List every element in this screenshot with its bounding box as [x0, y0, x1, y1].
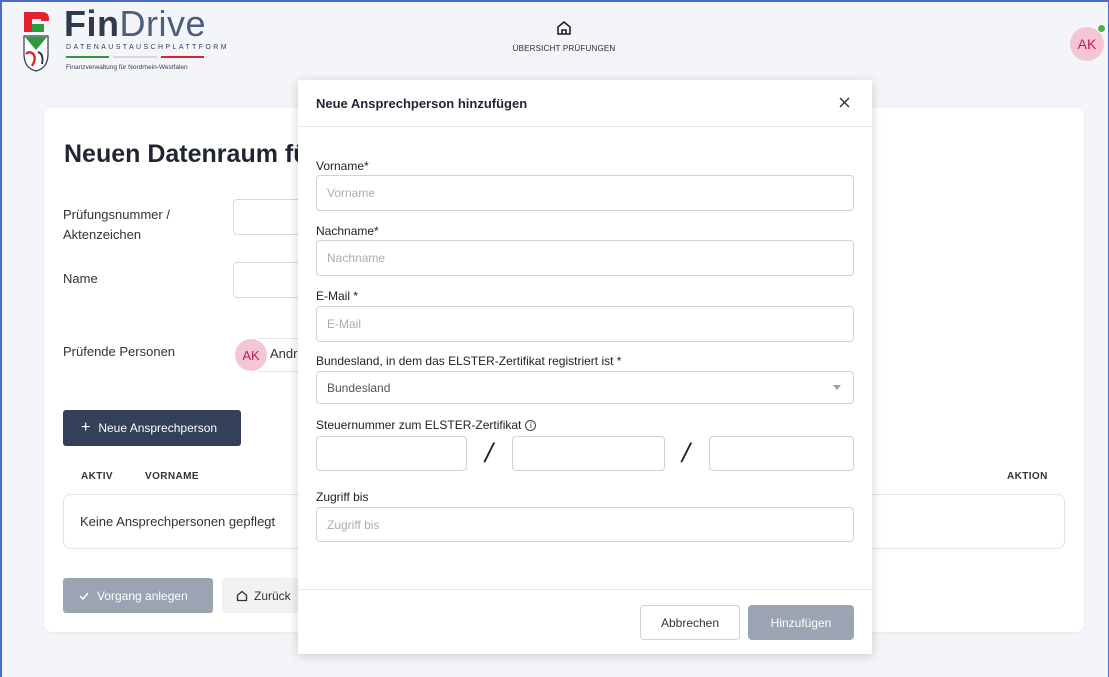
empty-state-text: Keine Ansprechpersonen gepflegt	[80, 514, 276, 529]
brand-subtitle: DATENAUSTAUSCHPLATTFORM	[66, 44, 229, 51]
label-pruefungsnummer: Prüfungsnummer /	[63, 207, 170, 222]
nav-label: ÜBERSICHT PRÜFUNGEN	[512, 44, 616, 53]
home-icon	[557, 21, 571, 35]
brand-stripes	[66, 56, 204, 58]
add-contact-modal: Neue Ansprechperson hinzufügen Vorname* …	[298, 80, 872, 654]
brand-logo[interactable]: FinDrive	[64, 6, 206, 42]
plus-icon: +	[81, 419, 91, 436]
tax-number-part-1[interactable]	[316, 436, 467, 471]
access-until-label: Zugriff bis	[316, 490, 369, 504]
label-pruefende-personen: Prüfende Personen	[63, 344, 176, 359]
close-button[interactable]	[834, 92, 854, 112]
label-name: Name	[63, 271, 98, 286]
firstname-label: Vorname*	[316, 159, 369, 173]
chevron-down-icon	[833, 385, 841, 390]
email-input[interactable]	[316, 306, 854, 342]
tax-separator-1: /	[485, 438, 494, 466]
column-header-vorname[interactable]: VORNAME	[145, 471, 199, 482]
person-chip-name: Andr	[270, 346, 298, 361]
access-until-input[interactable]	[316, 507, 854, 542]
nrw-coat-of-arms-icon	[23, 12, 49, 72]
state-select[interactable]: Bundesland	[316, 371, 854, 404]
stripe-green	[66, 56, 110, 58]
check-icon	[79, 592, 89, 600]
stripe-red	[160, 56, 204, 58]
nav-overview-pruefungen[interactable]: ÜBERSICHT PRÜFUNGEN	[509, 20, 619, 54]
brand-drive: Drive	[119, 3, 206, 44]
new-contact-label: Neue Ansprechperson	[98, 421, 218, 435]
create-process-button[interactable]: Vorgang anlegen	[63, 578, 213, 613]
tax-separator-2: /	[682, 438, 691, 466]
tax-number-part-2[interactable]	[512, 436, 665, 471]
firstname-input[interactable]	[316, 175, 854, 211]
column-header-aktion: AKTION	[1007, 471, 1048, 482]
person-chip-avatar: AK	[235, 339, 267, 371]
column-header-aktiv[interactable]: AKTIV	[81, 471, 113, 482]
back-label: Zurück	[254, 588, 291, 603]
user-avatar[interactable]: AK	[1070, 24, 1106, 61]
lastname-input[interactable]	[316, 240, 854, 276]
state-label: Bundesland, in dem das ELSTER-Zertifikat…	[316, 354, 622, 368]
tax-number-label-text: Steuernummer zum ELSTER-Zertifikat	[316, 418, 522, 432]
modal-footer: Abbrechen Hinzufügen	[298, 589, 872, 654]
lastname-label: Nachname*	[316, 224, 379, 238]
modal-title: Neue Ansprechperson hinzufügen	[316, 96, 528, 111]
user-initials: AK	[1077, 36, 1097, 52]
close-icon	[839, 97, 849, 107]
cancel-button[interactable]: Abbrechen	[640, 605, 740, 640]
brand-region: Finanzverwaltung für Nordrhein-Westfalen	[66, 64, 188, 71]
stripe-white	[113, 56, 157, 58]
create-process-label: Vorgang anlegen	[97, 588, 188, 603]
add-button[interactable]: Hinzufügen	[748, 605, 854, 640]
page-title: Neuen Datenraum fü	[64, 140, 309, 168]
label-aktenzeichen: Aktenzeichen	[63, 227, 142, 242]
info-icon[interactable]: i	[525, 420, 537, 431]
tax-number-label: Steuernummer zum ELSTER-Zertifikat i	[316, 418, 537, 432]
email-label: E-Mail *	[316, 289, 359, 303]
online-status-dot	[1097, 24, 1106, 33]
home-icon	[236, 590, 248, 601]
brand-fin: Fin	[64, 3, 120, 44]
state-select-value: Bundesland	[327, 380, 391, 395]
tax-number-part-3[interactable]	[709, 436, 854, 471]
new-contact-button[interactable]: + Neue Ansprechperson	[63, 410, 241, 446]
modal-header: Neue Ansprechperson hinzufügen	[298, 80, 872, 127]
